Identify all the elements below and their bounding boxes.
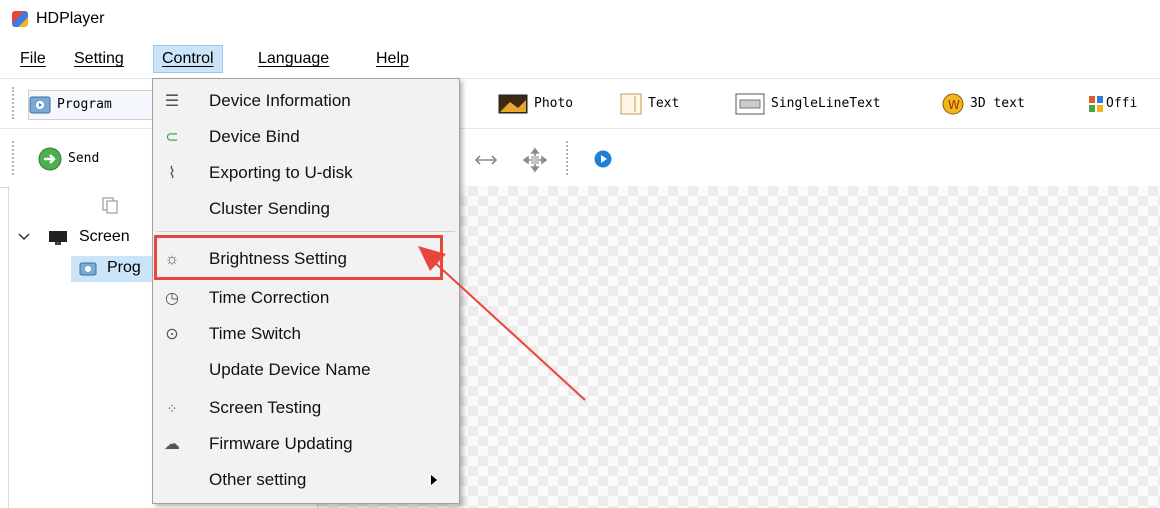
annotation-arrow — [418, 246, 586, 401]
